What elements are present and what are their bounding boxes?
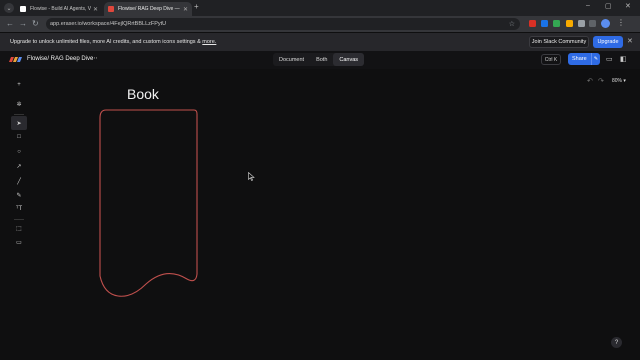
browser-menu-icon[interactable]: ⋮ [617, 18, 625, 27]
extension-icon[interactable] [541, 20, 548, 27]
divider [14, 114, 24, 115]
edit-pen-icon[interactable]: ✎ [591, 53, 600, 65]
url-text: app.eraser.io/workspace/4FejlQRrtBBLLzFP… [50, 21, 167, 27]
eraser-favicon-icon [108, 6, 114, 12]
reload-icon[interactable]: ↻ [32, 19, 39, 29]
tab-search-icon[interactable]: ⌄ [4, 3, 14, 13]
help-button[interactable]: ? [611, 337, 622, 348]
close-banner-icon[interactable]: ✕ [627, 37, 633, 45]
arrow-tool-icon[interactable]: ↗ [11, 159, 27, 173]
redo-icon[interactable]: ↷ [598, 77, 604, 85]
tab-canvas[interactable]: Canvas [333, 53, 365, 66]
address-bar-row: ← → ↻ app.eraser.io/workspace/4FejlQRrtB… [0, 16, 640, 32]
upgrade-button[interactable]: Upgrade [593, 36, 623, 48]
eraser-logo-icon[interactable] [9, 57, 22, 62]
comment-tool-icon[interactable]: ▭ [11, 235, 27, 249]
bookmark-star-icon[interactable]: ☆ [509, 20, 515, 28]
share-button[interactable]: Share ✎ [568, 53, 600, 65]
profile-avatar-icon[interactable] [601, 19, 610, 28]
toggle-panel-icon[interactable]: ◧ [620, 55, 627, 63]
browser-tab-flowise[interactable]: Flowise - Build AI Agents, Visu... ✕ [16, 2, 102, 16]
mouse-cursor-icon [248, 172, 255, 181]
banner-text: Upgrade to unlock unlimited files, more … [10, 39, 201, 45]
tab-title: Flowise - Build AI Agents, Visu... [30, 6, 91, 12]
minimize-button[interactable]: – [586, 2, 590, 9]
back-arrow-icon[interactable]: ← [6, 19, 14, 29]
browser-tab-eraser[interactable]: Flowise/ RAG Deep Dive — Boo... ✕ [104, 2, 192, 16]
browser-tab-strip: ⌄ Flowise - Build AI Agents, Visu... ✕ F… [0, 0, 640, 16]
zoom-value: 80% [612, 78, 623, 84]
book-shape-label[interactable]: Book [127, 86, 159, 102]
tab-both[interactable]: Both [310, 53, 333, 66]
flowise-favicon-icon [20, 6, 26, 12]
undo-icon[interactable]: ↶ [587, 77, 593, 85]
ai-sparkle-icon[interactable]: ✲ [11, 97, 27, 111]
more-link[interactable]: more. [202, 39, 216, 45]
select-cursor-icon[interactable]: ➤ [11, 116, 27, 130]
more-options-icon[interactable]: ⋯ [91, 54, 98, 62]
book-shape-outline [99, 109, 198, 297]
app-header: Flowise/ RAG Deep Dive ⋯ Document Both C… [0, 51, 640, 69]
extension-icon[interactable] [566, 20, 573, 27]
forward-arrow-icon[interactable]: → [19, 19, 27, 29]
file-breadcrumb[interactable]: Flowise/ RAG Deep Dive [27, 56, 93, 62]
command-palette-button[interactable]: Ctrl K [541, 54, 561, 65]
extensions-puzzle-icon[interactable] [578, 20, 585, 27]
rectangle-tool-icon[interactable]: □ [11, 130, 27, 144]
divider [14, 219, 24, 220]
line-tool-icon[interactable]: ╱ [11, 174, 27, 188]
view-switcher: Document Both Canvas [273, 53, 365, 66]
extension-icon[interactable] [529, 20, 536, 27]
maximize-button[interactable]: ▢ [605, 2, 612, 10]
close-window-button[interactable]: ✕ [625, 2, 631, 10]
share-label: Share [572, 56, 587, 62]
ellipse-tool-icon[interactable]: ○ [11, 145, 27, 159]
pen-tool-icon[interactable]: ✎ [11, 188, 27, 202]
frame-tool-icon[interactable]: ⬚ [11, 221, 27, 235]
tab-document[interactable]: Document [273, 53, 310, 66]
new-tab-button[interactable]: + [194, 2, 199, 11]
extension-icon[interactable] [553, 20, 560, 27]
zoom-level[interactable]: 80% ▾ [612, 78, 626, 84]
add-icon[interactable]: + [11, 78, 27, 92]
tab-title: Flowise/ RAG Deep Dive — Boo... [118, 6, 181, 12]
comments-icon[interactable]: ▭ [606, 55, 613, 63]
banner-message: Upgrade to unlock unlimited files, more … [10, 39, 216, 45]
text-tool-icon[interactable]: ᵀT [11, 202, 27, 216]
book-shape[interactable] [96, 106, 202, 302]
upgrade-banner: Upgrade to unlock unlimited files, more … [0, 33, 640, 51]
tab-close-icon[interactable]: ✕ [183, 6, 188, 13]
url-field[interactable]: app.eraser.io/workspace/4FejlQRrtBBLLzFP… [46, 18, 520, 30]
join-slack-button[interactable]: Join Slack Community [529, 36, 589, 48]
tab-close-icon[interactable]: ✕ [93, 6, 98, 13]
download-icon[interactable] [589, 20, 596, 27]
